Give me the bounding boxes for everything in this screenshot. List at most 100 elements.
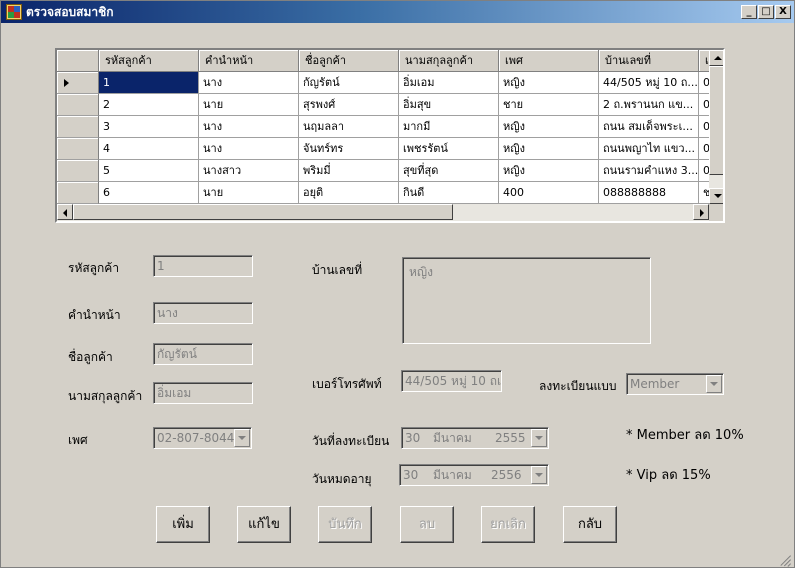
table-cell[interactable]: 44/505 หมู่ 10 ถ... (599, 72, 699, 94)
row-header[interactable] (57, 116, 99, 138)
table-cell[interactable]: อิ่มเอม (399, 72, 499, 94)
vertical-scroll-thumb[interactable] (709, 66, 723, 175)
save-button[interactable]: บันทึก (318, 506, 372, 543)
scroll-left-button[interactable] (57, 204, 73, 220)
table-cell[interactable]: 1 (99, 72, 199, 94)
table-cell[interactable]: มากมี (399, 116, 499, 138)
table-cell[interactable]: ถนนพญาไท แขว... (599, 138, 699, 160)
grid-vertical-scrollbar[interactable] (709, 50, 723, 204)
address-textarea[interactable]: หญิง (402, 257, 651, 344)
scroll-up-button[interactable] (709, 50, 723, 66)
table-cell[interactable]: 02 (699, 72, 709, 94)
title-bar[interactable]: ตรวจสอบสมาชิก _ □ X (1, 1, 794, 23)
table-cell[interactable]: 5 (99, 160, 199, 182)
table-cell[interactable]: อยุติ (299, 182, 399, 204)
column-header[interactable]: คำนำหน้า (199, 50, 299, 72)
table-cell[interactable]: ชาย (499, 94, 599, 116)
table-cell[interactable]: จันทร์ทร (299, 138, 399, 160)
table-cell[interactable]: กัญรัตน์ (299, 72, 399, 94)
row-header[interactable] (57, 182, 99, 204)
table-cell[interactable]: สุขที่สุด (399, 160, 499, 182)
table-cell[interactable]: 04 (699, 116, 709, 138)
table-cell[interactable]: 6 (99, 182, 199, 204)
table-cell[interactable]: นาย (199, 182, 299, 204)
first-name-field[interactable]: กัญรัตน์ (153, 343, 253, 365)
row-header[interactable] (57, 94, 99, 116)
customer-grid[interactable]: รหัสลูกค้า คำนำหน้า ชื่อลูกค้า นามสกุลลู… (55, 48, 725, 223)
customer-id-field[interactable]: 1 (153, 255, 253, 277)
back-button[interactable]: กลับ (563, 506, 617, 543)
expire-date-day: 30 (403, 468, 419, 482)
phone-label: เบอร์โทรศัพท์ (312, 377, 382, 391)
table-cell[interactable]: นาง (199, 138, 299, 160)
address-label: บ้านเลขที่ (312, 263, 363, 277)
table-cell[interactable]: หญิง (499, 116, 599, 138)
register-type-value: Member (630, 377, 680, 391)
minimize-button[interactable]: _ (741, 5, 757, 19)
row-header[interactable] (57, 160, 99, 182)
close-button[interactable]: X (775, 5, 791, 19)
cancel-button[interactable]: ยกเลิก (481, 506, 535, 543)
first-name-label: ชื่อลูกค้า (68, 350, 113, 364)
column-header[interactable]: รหัสลูกค้า (99, 50, 199, 72)
table-cell[interactable]: เพชรรัตน์ (399, 138, 499, 160)
delete-button[interactable]: ลบ (400, 506, 454, 543)
title-label: คำนำหน้า (68, 308, 121, 322)
phone-field[interactable]: 44/505 หมู่ 10 ถเ (401, 370, 502, 392)
table-cell[interactable]: หญิง (499, 72, 599, 94)
column-header[interactable]: บ้านเลขที่ (599, 50, 699, 72)
register-date-label: วันที่ลงทะเบียน (312, 434, 390, 448)
row-header[interactable] (57, 72, 99, 94)
chevron-down-icon (535, 436, 543, 440)
table-cell[interactable]: นาย (199, 94, 299, 116)
table-cell[interactable]: 2 (99, 94, 199, 116)
table-cell[interactable]: หญิง (499, 160, 599, 182)
maximize-button[interactable]: □ (758, 5, 774, 19)
column-header[interactable]: ชื่อลูกค้า (299, 50, 399, 72)
table-cell[interactable]: 4 (99, 138, 199, 160)
member-discount-note: * Member ลด 10% (626, 428, 744, 443)
row-header[interactable] (57, 138, 99, 160)
expire-date-year: 2556 (491, 468, 522, 482)
scroll-right-button[interactable] (693, 204, 709, 220)
table-cell[interactable]: 04 (699, 160, 709, 182)
resize-grip-icon[interactable] (779, 552, 791, 567)
table-cell[interactable]: พริมมี่ (299, 160, 399, 182)
table-cell[interactable]: หญิง (499, 138, 599, 160)
table-cell[interactable]: 02 (699, 94, 709, 116)
table-cell[interactable]: ถนนรามคำแหง 3... (599, 160, 699, 182)
column-header[interactable]: เ (699, 50, 709, 72)
column-header[interactable]: นามสกุลลูกค้า (399, 50, 499, 72)
table-cell[interactable]: 2 ถ.พรานนก แข... (599, 94, 699, 116)
table-cell[interactable]: 04 (699, 138, 709, 160)
table-cell[interactable]: 400 (499, 182, 599, 204)
table-cell[interactable]: กินดี (399, 182, 499, 204)
table-cell[interactable]: 088888888 (599, 182, 699, 204)
table-cell[interactable]: สุรพงศ์ (299, 94, 399, 116)
expire-date-dropdown-button[interactable] (531, 466, 547, 484)
table-cell[interactable]: อิ่มสุข (399, 94, 499, 116)
table-cell[interactable]: 3 (99, 116, 199, 138)
horizontal-scroll-thumb[interactable] (73, 204, 453, 220)
table-cell[interactable]: นาง (199, 116, 299, 138)
table-cell[interactable]: นางสาว (199, 160, 299, 182)
register-date-picker[interactable]: 30 มีนาคม 2555 (401, 427, 549, 449)
register-date-dropdown-button[interactable] (531, 429, 547, 447)
add-button[interactable]: เพิ่ม (156, 506, 210, 543)
title-field[interactable]: นาง (153, 302, 253, 324)
gender-combo[interactable]: 02-807-8044- (153, 427, 252, 449)
table-cell[interactable]: นฤมลลา (299, 116, 399, 138)
chevron-down-icon (710, 382, 718, 386)
last-name-field[interactable]: อิ่มเอม (153, 382, 253, 404)
scroll-down-button[interactable] (709, 188, 723, 204)
grid-horizontal-scrollbar[interactable] (57, 204, 709, 221)
column-header[interactable]: เพศ (499, 50, 599, 72)
register-type-dropdown-button[interactable] (706, 375, 722, 393)
register-type-combo[interactable]: Member (626, 373, 724, 395)
gender-dropdown-button[interactable] (234, 429, 250, 447)
table-cell[interactable]: ถนน สมเด็จพระเ... (599, 116, 699, 138)
edit-button[interactable]: แก้ไข (237, 506, 291, 543)
table-cell[interactable]: ช (699, 182, 709, 204)
table-cell[interactable]: นาง (199, 72, 299, 94)
expire-date-picker[interactable]: 30 มีนาคม 2556 (399, 464, 549, 486)
